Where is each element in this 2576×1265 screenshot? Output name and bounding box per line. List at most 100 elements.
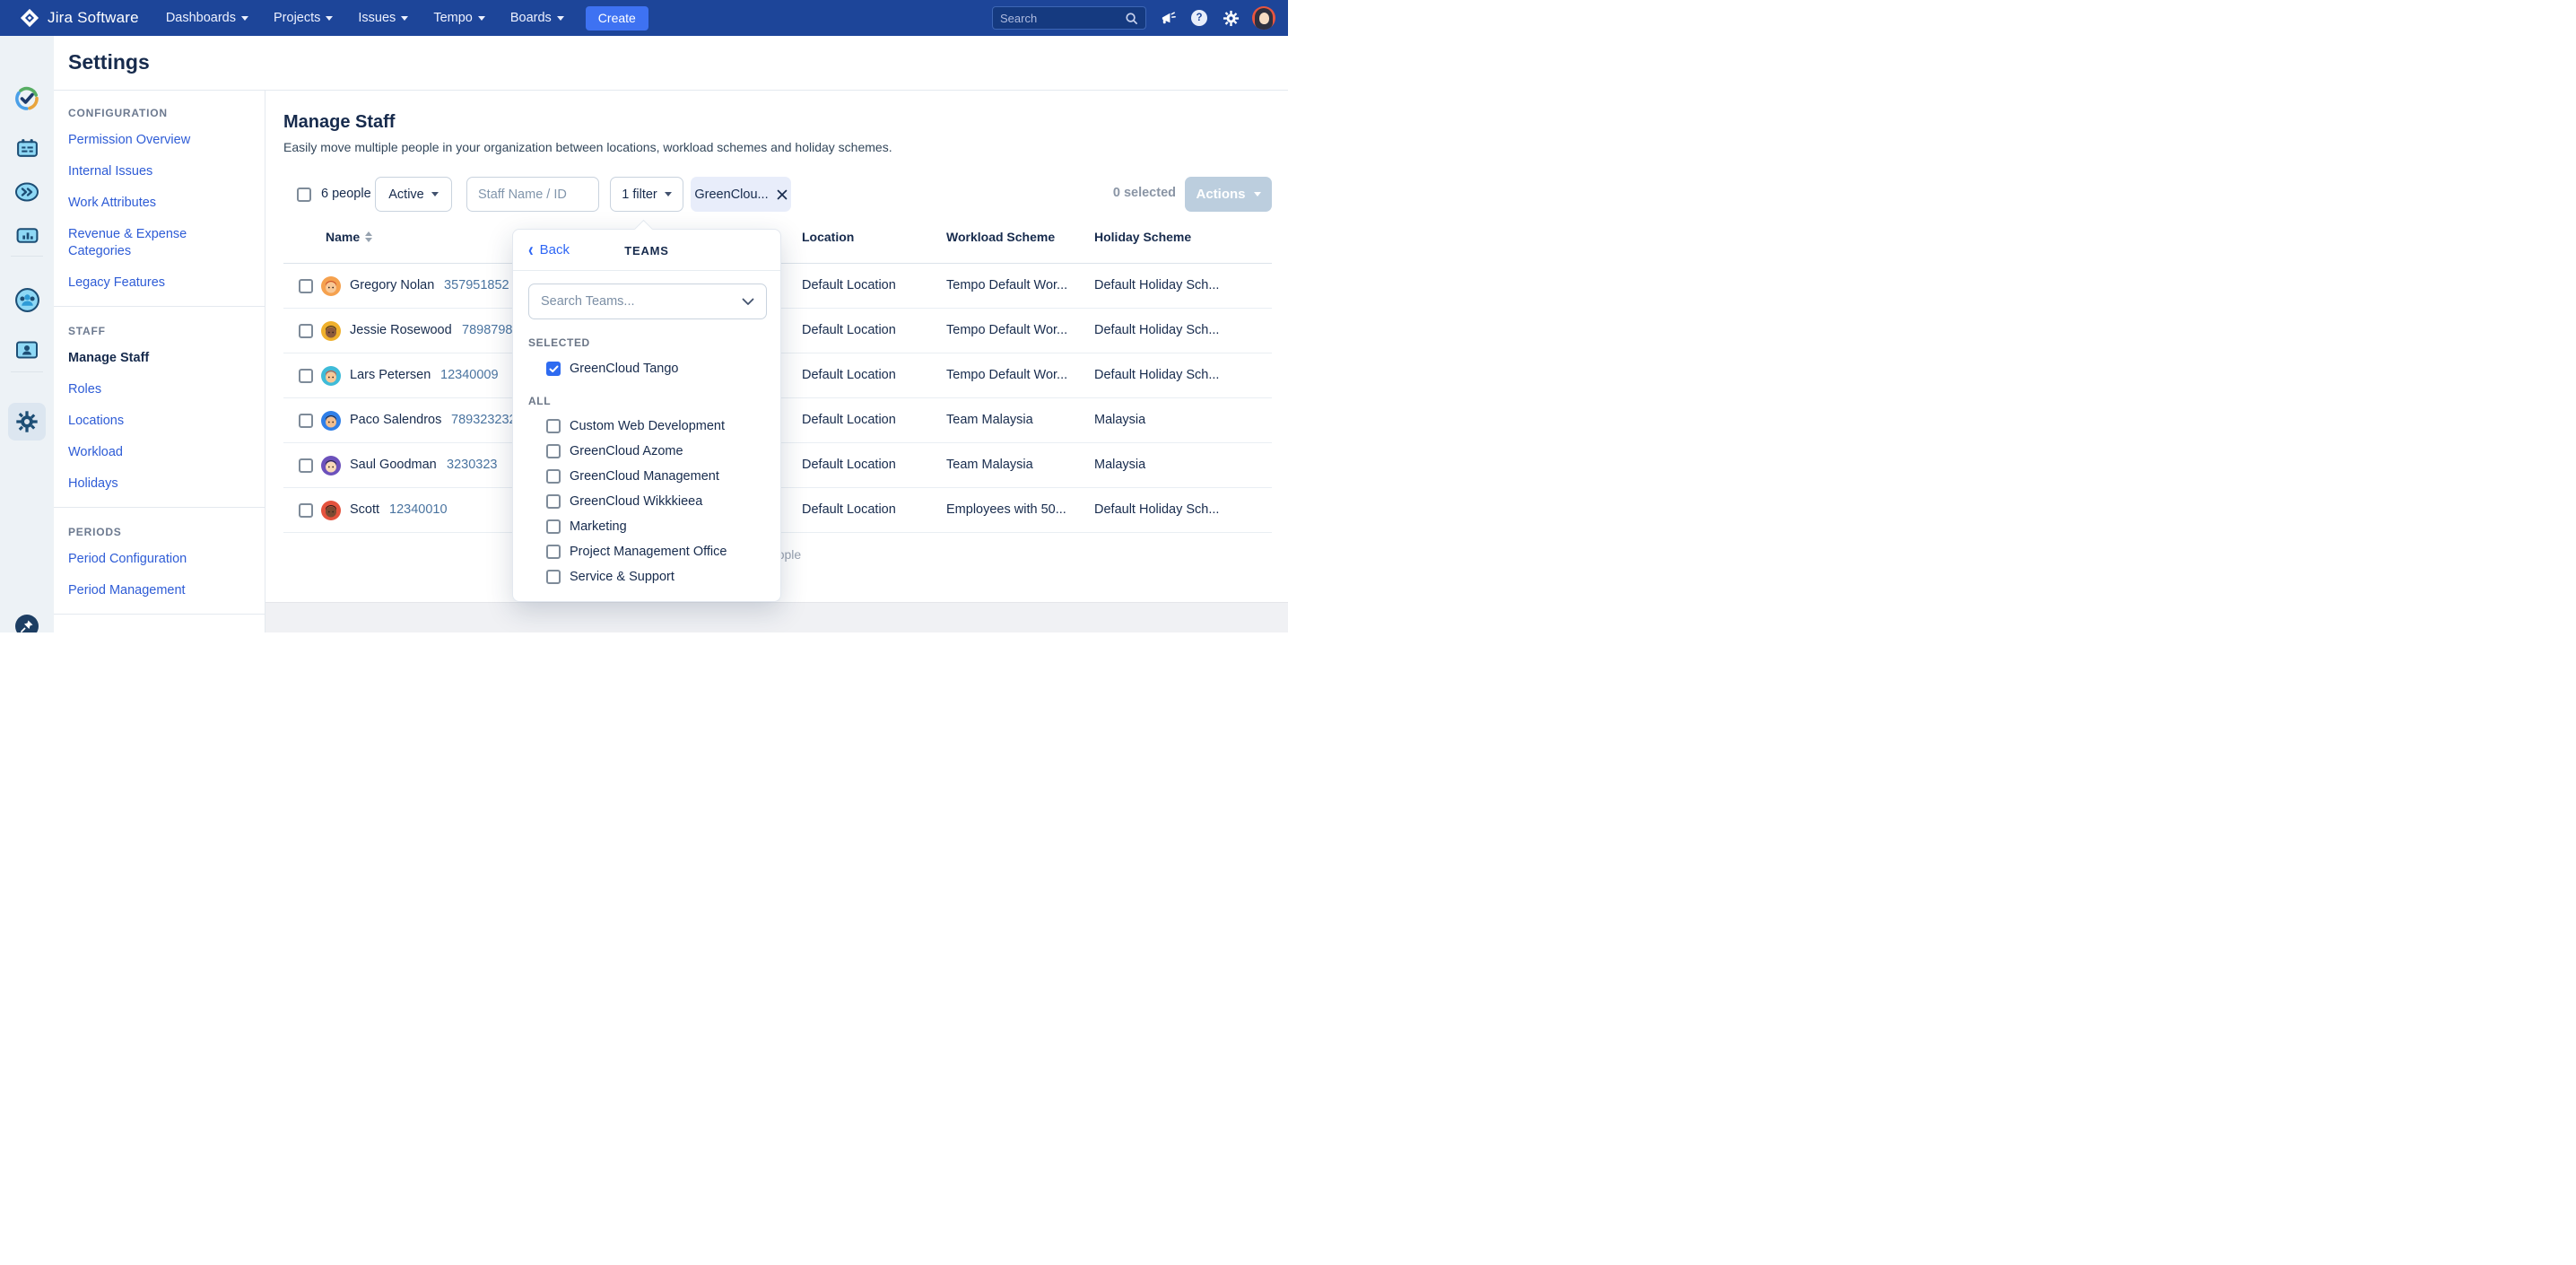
manage-staff-title: Manage Staff: [283, 112, 395, 133]
staff-id-link[interactable]: 12340009: [440, 368, 499, 382]
announcements-icon[interactable]: [1158, 8, 1178, 28]
settings-sidebar: CONFIGURATION Permission Overview Intern…: [54, 91, 265, 632]
chevron-down-icon: [431, 192, 439, 196]
column-header-name[interactable]: Name: [326, 230, 372, 244]
row-checkbox[interactable]: [299, 458, 313, 473]
jira-logo-icon: [20, 8, 39, 28]
staff-id-link[interactable]: 357951852: [444, 278, 509, 292]
row-checkbox[interactable]: [299, 414, 313, 428]
staff-holiday-scheme: Default Holiday Sch...: [1094, 368, 1219, 382]
team-option[interactable]: Project Management Office: [546, 545, 727, 559]
team-option[interactable]: Service & Support: [546, 570, 674, 584]
staff-id-link[interactable]: 78987987: [462, 323, 520, 337]
sidebar-item-permission-overview[interactable]: Permission Overview: [68, 132, 190, 149]
select-all-checkbox[interactable]: [297, 188, 311, 202]
team-filter-chip[interactable]: GreenClou...: [691, 177, 791, 212]
user-avatar[interactable]: [1252, 6, 1275, 30]
unchecked-checkbox[interactable]: [546, 545, 561, 559]
status-filter-dropdown[interactable]: Active: [375, 177, 452, 212]
sidebar-item-manage-staff[interactable]: Manage Staff: [68, 350, 149, 367]
popup-title: TEAMS: [513, 244, 780, 257]
sidebar-item-period-configuration[interactable]: Period Configuration: [68, 551, 187, 568]
nav-right-cluster: ?: [992, 0, 1288, 36]
nav-menu: Dashboards Projects Issues Tempo Boards: [157, 5, 573, 31]
global-search[interactable]: [992, 6, 1146, 30]
nav-item-issues[interactable]: Issues: [349, 5, 417, 31]
staff-id-link[interactable]: 3230323: [447, 458, 497, 472]
staff-location: Default Location: [802, 502, 896, 517]
staff-avatar: [321, 501, 341, 520]
row-checkbox[interactable]: [299, 369, 313, 383]
staff-name: Saul Goodman: [350, 458, 437, 472]
staff-avatar: [321, 456, 341, 475]
unchecked-checkbox[interactable]: [546, 570, 561, 584]
staff-location: Default Location: [802, 278, 896, 292]
sidebar-item-work-attributes[interactable]: Work Attributes: [68, 195, 156, 212]
nav-item-tempo[interactable]: Tempo: [424, 5, 494, 31]
sidebar-item-locations[interactable]: Locations: [68, 413, 124, 430]
sidebar-item-revenue-expense-categories[interactable]: Revenue & Expense Categories: [68, 226, 221, 260]
top-navigation-bar: Jira Software Dashboards Projects Issues…: [0, 0, 1288, 36]
reports-icon[interactable]: [0, 224, 54, 247]
staff-holiday-scheme: Malaysia: [1094, 413, 1145, 427]
checked-checkbox[interactable]: [546, 362, 561, 376]
team-search-input[interactable]: [541, 294, 720, 309]
column-header-location: Location: [802, 230, 854, 244]
row-checkbox[interactable]: [299, 279, 313, 293]
jira-brand[interactable]: Jira Software: [20, 8, 139, 28]
chevron-down-icon: [478, 16, 485, 21]
unchecked-checkbox[interactable]: [546, 469, 561, 484]
staff-holiday-scheme: Malaysia: [1094, 458, 1145, 472]
team-option[interactable]: GreenCloud Wikkkieea: [546, 494, 702, 509]
teams-icon[interactable]: [0, 287, 54, 313]
tempo-icon-rail: [0, 36, 54, 632]
tempo-logo-icon[interactable]: [0, 84, 54, 113]
sidebar-item-internal-issues[interactable]: Internal Issues: [68, 163, 152, 180]
row-checkbox[interactable]: [299, 324, 313, 338]
staff-toolbar: 6 people Active 1 filter GreenClou... 0 …: [265, 177, 1288, 213]
sidebar-item-roles[interactable]: Roles: [68, 381, 101, 398]
sidebar-item-workload[interactable]: Workload: [68, 444, 123, 461]
chevron-down-icon: [742, 298, 754, 306]
team-search-select[interactable]: [528, 284, 767, 319]
chevron-down-icon: [665, 192, 672, 196]
nav-item-dashboards[interactable]: Dashboards: [157, 5, 257, 31]
actions-button[interactable]: Actions: [1185, 177, 1272, 212]
unchecked-checkbox[interactable]: [546, 419, 561, 433]
staff-name: Jessie Rosewood: [350, 323, 452, 337]
pin-icon[interactable]: [0, 614, 54, 632]
staff-avatar: [321, 366, 341, 386]
team-option[interactable]: Custom Web Development: [546, 419, 725, 433]
avatar-face: [1259, 13, 1269, 24]
team-option[interactable]: GreenCloud Management: [546, 469, 719, 484]
settings-gear-rail-icon[interactable]: [0, 410, 54, 433]
remove-filter-icon[interactable]: [777, 189, 788, 200]
chevron-down-icon: [326, 16, 333, 21]
team-option[interactable]: Marketing: [546, 519, 627, 534]
staff-id-link[interactable]: 12340010: [389, 502, 448, 517]
staff-workload-scheme: Tempo Default Wor...: [946, 278, 1067, 292]
accounts-icon[interactable]: [0, 339, 54, 361]
sidebar-item-holidays[interactable]: Holidays: [68, 475, 118, 493]
staff-name: Scott: [350, 502, 379, 517]
filter-dropdown[interactable]: 1 filter: [610, 177, 683, 212]
settings-header: Settings: [54, 36, 1288, 91]
create-button[interactable]: Create: [586, 6, 648, 31]
chevron-down-icon: [401, 16, 408, 21]
nav-item-boards[interactable]: Boards: [501, 5, 573, 31]
team-option-selected[interactable]: GreenCloud Tango: [546, 362, 678, 376]
global-search-input[interactable]: [1000, 12, 1117, 25]
sidebar-item-legacy-features[interactable]: Legacy Features: [68, 275, 165, 292]
timesheet-calendar-icon[interactable]: [0, 136, 54, 161]
sidebar-item-period-management[interactable]: Period Management: [68, 582, 186, 599]
unchecked-checkbox[interactable]: [546, 444, 561, 458]
unchecked-checkbox[interactable]: [546, 494, 561, 509]
approvals-icon[interactable]: [0, 181, 54, 203]
team-option[interactable]: GreenCloud Azome: [546, 444, 683, 458]
help-icon[interactable]: ?: [1189, 8, 1209, 28]
settings-gear-icon[interactable]: [1221, 8, 1240, 28]
row-checkbox[interactable]: [299, 503, 313, 518]
nav-item-projects[interactable]: Projects: [265, 5, 342, 31]
unchecked-checkbox[interactable]: [546, 519, 561, 534]
staff-search-input[interactable]: [466, 177, 599, 212]
